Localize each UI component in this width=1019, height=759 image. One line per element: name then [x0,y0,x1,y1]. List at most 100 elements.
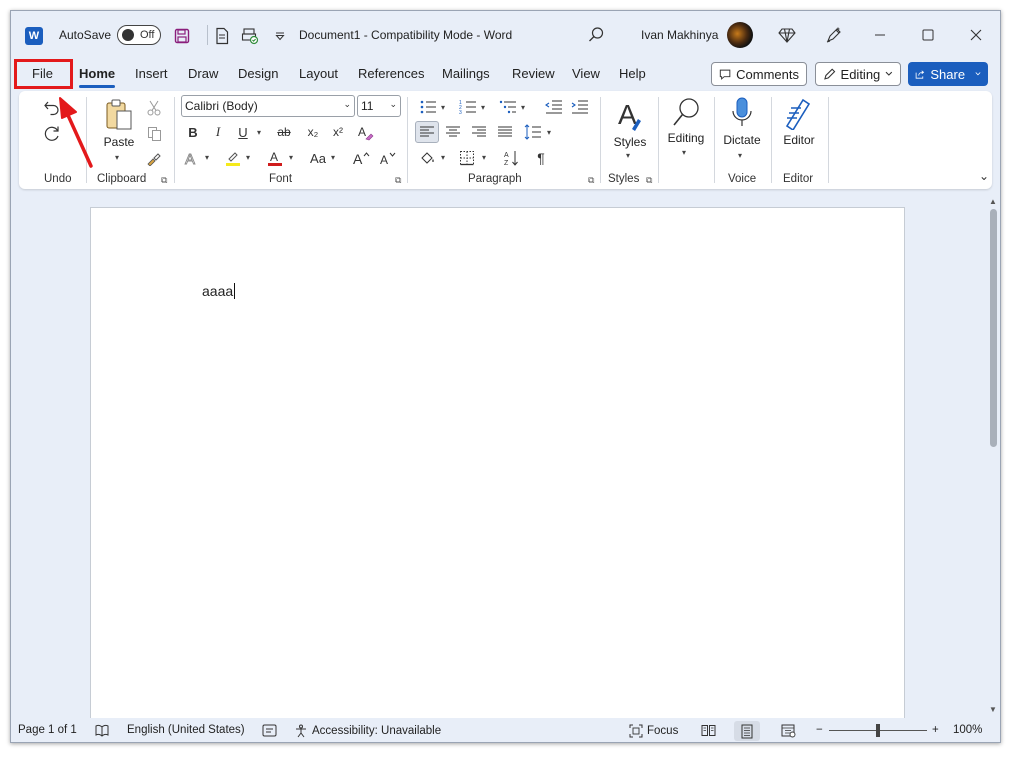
borders-dropdown-icon[interactable]: ▾ [482,153,486,162]
share-button[interactable]: Share [908,62,988,86]
tab-layout[interactable]: Layout [299,66,338,81]
user-name[interactable]: Ivan Makhinya [641,28,718,42]
maximize-icon[interactable] [917,24,939,46]
copy-icon[interactable] [143,123,165,145]
grow-font-icon[interactable]: A [350,148,372,168]
underline-dropdown-icon[interactable]: ▾ [257,128,261,137]
clipboard-launcher-icon[interactable]: ⧉ [161,175,167,186]
autosave-toggle[interactable]: Off [117,25,161,45]
editing-mode-button[interactable]: Editing [815,62,901,86]
editor-icon[interactable] [781,95,817,131]
tab-review[interactable]: Review [512,66,555,81]
tab-design[interactable]: Design [238,66,278,81]
decrease-indent-icon[interactable] [543,97,565,117]
print-preview-icon[interactable] [239,25,261,47]
shading-icon[interactable] [416,148,438,168]
bullets-icon[interactable] [417,97,439,117]
save-icon[interactable] [171,25,193,47]
tab-insert[interactable]: Insert [135,66,168,81]
new-document-icon[interactable] [211,25,233,47]
subscript-button[interactable]: x₂ [302,122,324,142]
web-layout-icon[interactable] [781,724,796,738]
format-painter-icon[interactable] [143,147,165,169]
zoom-level[interactable]: 100% [953,724,982,736]
styles-icon[interactable]: A [612,97,650,133]
diamond-premium-icon[interactable] [776,24,798,46]
dictate-label[interactable]: Dictate [717,133,767,147]
comments-button[interactable]: Comments [711,62,807,86]
focus-mode-button[interactable]: Focus [629,724,678,738]
search-icon[interactable] [585,24,607,46]
tab-view[interactable]: View [572,66,600,81]
font-name-combobox[interactable]: Calibri (Body) ⌄ [181,95,355,117]
paste-icon[interactable] [101,97,137,133]
minimize-icon[interactable] [869,24,891,46]
align-right-icon[interactable] [468,122,490,142]
paragraph-launcher-icon[interactable]: ⧉ [588,175,594,186]
designer-pen-icon[interactable] [823,24,845,46]
justify-icon[interactable] [494,122,516,142]
avatar[interactable] [727,22,753,48]
tab-help[interactable]: Help [619,66,646,81]
styles-dropdown-icon[interactable]: ▾ [626,151,630,160]
accessibility-status[interactable]: Accessibility: Unavailable [294,724,441,738]
clear-formatting-icon[interactable]: A [354,122,376,142]
numbering-dropdown-icon[interactable]: ▾ [481,103,485,112]
ribbon-display-options-icon[interactable]: ⌄ [979,169,989,183]
tab-mailings[interactable]: Mailings [442,66,490,81]
align-center-icon[interactable] [442,122,464,142]
language-indicator[interactable]: English (United States) [127,724,245,736]
scroll-up-icon[interactable]: ▲ [989,197,997,206]
close-icon[interactable] [965,24,987,46]
line-spacing-dropdown-icon[interactable]: ▾ [547,128,551,137]
undo-icon[interactable] [41,97,63,119]
text-effects-icon[interactable]: A [181,147,203,169]
multilevel-dropdown-icon[interactable]: ▾ [521,103,525,112]
bullets-dropdown-icon[interactable]: ▾ [441,103,445,112]
document-page[interactable]: aaaa [90,207,905,727]
undo-dropdown-icon[interactable]: ▾ [61,105,69,113]
vertical-scrollbar[interactable]: ▲ ▼ [986,197,1000,718]
highlight-dropdown-icon[interactable]: ▾ [246,153,250,162]
zoom-slider-thumb[interactable] [876,724,880,737]
document-body-text[interactable]: aaaa [202,283,236,299]
tab-home[interactable]: Home [79,66,115,81]
strikethrough-button[interactable]: ab [272,122,296,142]
microphone-icon[interactable] [727,95,757,131]
paste-dropdown-icon[interactable]: ▾ [115,153,119,162]
styles-launcher-icon[interactable]: ⧉ [646,175,652,186]
show-formatting-marks-button[interactable]: ¶ [530,148,552,168]
font-launcher-icon[interactable]: ⧉ [395,175,401,186]
editing-group-button-label[interactable]: Editing [659,131,713,145]
scroll-thumb[interactable] [990,209,997,447]
editing-dropdown-icon[interactable]: ▾ [682,148,686,157]
print-layout-icon[interactable] [740,724,754,739]
line-spacing-icon[interactable] [522,122,544,142]
tab-references[interactable]: References [358,66,424,81]
scroll-down-icon[interactable]: ▼ [989,705,997,714]
change-case-button[interactable]: Aa [305,148,331,168]
zoom-in-button[interactable]: + [932,724,939,736]
cut-icon[interactable] [143,97,165,119]
multilevel-list-icon[interactable] [497,97,519,117]
shrink-font-icon[interactable]: A [376,148,398,168]
increase-indent-icon[interactable] [569,97,591,117]
font-size-combobox[interactable]: 11 ⌄ [357,95,401,117]
read-mode-icon[interactable] [701,724,716,737]
shading-dropdown-icon[interactable]: ▾ [441,153,445,162]
numbering-icon[interactable]: 123 [457,97,479,117]
borders-icon[interactable] [456,148,478,168]
superscript-button[interactable]: x² [327,122,349,142]
highlight-color-icon[interactable] [222,147,244,169]
page-count[interactable]: Page 1 of 1 [18,724,77,736]
font-color-icon[interactable]: A [264,147,286,169]
find-icon[interactable] [669,95,703,131]
font-color-dropdown-icon[interactable]: ▾ [289,153,293,162]
italic-button[interactable]: I [208,122,228,142]
bold-button[interactable]: B [183,122,203,142]
change-case-dropdown-icon[interactable]: ▾ [331,153,335,162]
paste-label[interactable]: Paste [101,135,137,149]
tab-draw[interactable]: Draw [188,66,218,81]
sort-icon[interactable]: AZ [501,148,523,168]
zoom-out-button[interactable]: − [816,724,823,736]
